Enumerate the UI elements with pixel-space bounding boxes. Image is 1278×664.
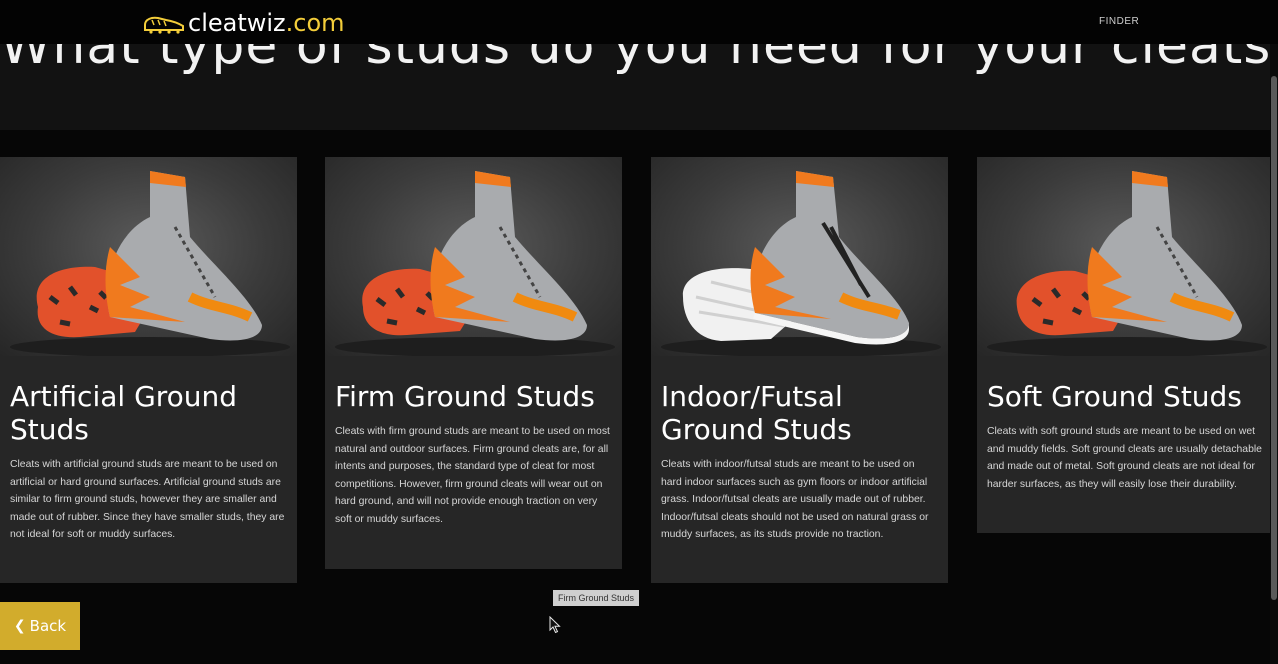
chevron-left-icon: ❮ <box>13 618 26 634</box>
stud-card-firm-ground[interactable]: Firm Ground Studs Cleats with firm groun… <box>325 157 622 569</box>
back-button-label: Back <box>29 617 67 635</box>
card-description: Cleats with soft ground studs are meant … <box>987 426 1262 490</box>
stud-card-artificial-ground[interactable]: Artificial Ground Studs Cleats with arti… <box>0 157 297 583</box>
page: What type of studs do you need for your … <box>0 0 1278 664</box>
mouse-cursor-icon <box>549 616 561 634</box>
card-description: Cleats with artificial ground studs are … <box>10 459 285 540</box>
cleat-photo <box>977 157 1274 356</box>
card-title: Firm Ground Studs <box>335 380 595 413</box>
top-navbar: cleatwiz.com FINDER <box>0 0 1278 44</box>
back-button[interactable]: ❮ Back <box>0 602 80 650</box>
card-title: Indoor/Futsal Ground Studs <box>661 380 852 446</box>
cleat-photo <box>0 157 297 356</box>
card-title: Artificial Ground Studs <box>10 380 238 446</box>
card-description: Cleats with firm ground studs are meant … <box>335 426 610 525</box>
card-description: Cleats with indoor/futsal studs are mean… <box>661 459 929 540</box>
stud-card-indoor-futsal[interactable]: Indoor/Futsal Ground Studs Cleats with i… <box>651 157 948 583</box>
cleat-photo <box>651 157 948 356</box>
cleat-photo <box>325 157 622 356</box>
nav-link-finder[interactable]: FINDER <box>1099 16 1139 27</box>
logo-text: cleatwiz.com <box>188 9 345 37</box>
logo[interactable]: cleatwiz.com <box>142 9 345 37</box>
cleat-logo-icon <box>144 16 184 34</box>
tooltip: Firm Ground Studs <box>553 590 640 606</box>
scrollbar-thumb[interactable] <box>1271 76 1277 600</box>
logo-brand: cleatwiz <box>188 9 286 37</box>
logo-tld: .com <box>285 9 345 37</box>
stud-card-soft-ground[interactable]: Soft Ground Studs Cleats with soft groun… <box>977 157 1274 533</box>
card-title: Soft Ground Studs <box>987 380 1242 413</box>
